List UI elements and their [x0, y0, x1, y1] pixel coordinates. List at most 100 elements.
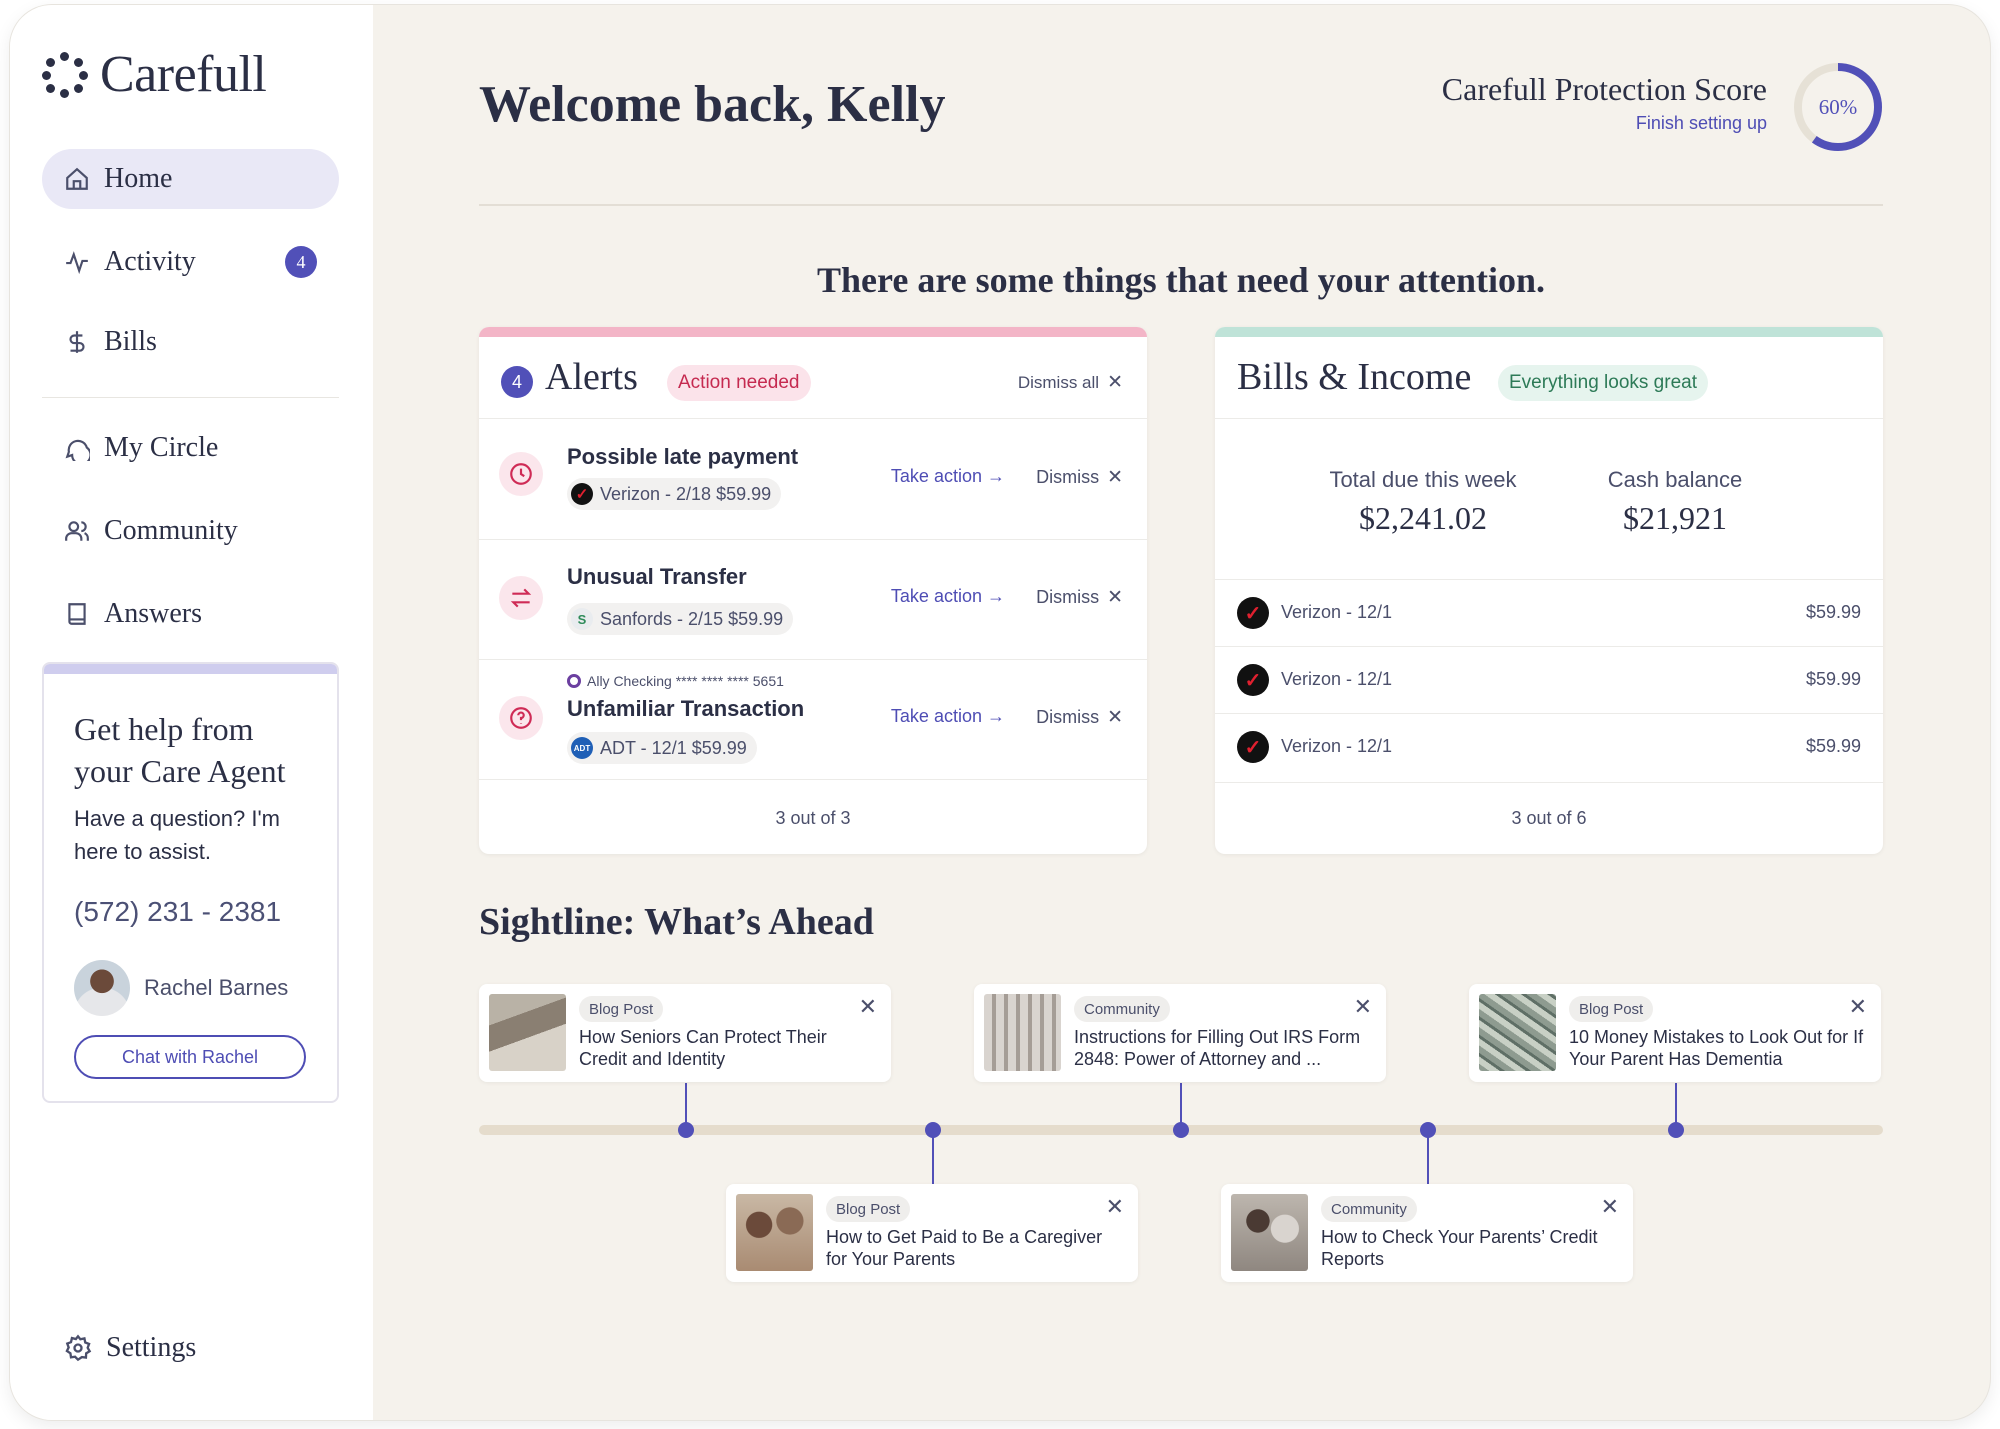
sightline-title: Sightline: What’s Ahead	[479, 901, 874, 943]
brand-logo[interactable]: Carefull	[42, 45, 267, 104]
bill-row[interactable]: ✓ Verizon - 12/1 $59.99	[1215, 713, 1883, 780]
clock-icon	[510, 463, 532, 485]
finish-setup-link[interactable]: Finish setting up	[1636, 113, 1767, 134]
close-icon[interactable]: ✕	[1106, 1194, 1124, 1220]
account-label: Ally Checking **** **** **** 5651	[567, 673, 784, 689]
sidebar-item-label: Community	[104, 515, 238, 546]
close-icon[interactable]: ✕	[1354, 994, 1372, 1020]
article-tag: Blog Post	[1569, 996, 1654, 1022]
take-action-label: Take action	[890, 466, 982, 486]
timeline-dot[interactable]	[925, 1122, 941, 1138]
sightline-card[interactable]: Blog Post 10 Money Mistakes to Look Out …	[1469, 984, 1881, 1082]
bills-income-card: Bills & Income Everything looks great To…	[1215, 327, 1883, 854]
article-title: Instructions for Filling Out IRS Form 28…	[1074, 1027, 1361, 1069]
alerts-title: Alerts	[545, 356, 638, 398]
dismiss-button[interactable]: Dismiss ✕	[1036, 466, 1123, 489]
status-badge: Everything looks great	[1498, 365, 1708, 401]
status-badge: Action needed	[667, 365, 811, 401]
chat-with-agent-button[interactable]: Chat with Rachel	[74, 1035, 306, 1079]
bill-row[interactable]: ✓ Verizon - 12/1 $59.99	[1215, 579, 1883, 646]
timeline-dot[interactable]	[678, 1122, 694, 1138]
sightline-card[interactable]: Community How to Check Your Parents’ Cre…	[1221, 1184, 1633, 1282]
sidebar-item-my-circle[interactable]: My Circle	[42, 418, 339, 478]
sightline-card[interactable]: Blog Post How Seniors Can Protect Their …	[479, 984, 891, 1082]
dismiss-button[interactable]: Dismiss ✕	[1036, 586, 1123, 609]
article-tag: Community	[1074, 996, 1170, 1022]
close-icon[interactable]: ✕	[1849, 994, 1867, 1020]
article-title: How Seniors Can Protect Their Credit and…	[579, 1027, 827, 1069]
alert-row-late-payment[interactable]: Possible late payment ✓ Verizon - 2/18 $…	[479, 420, 1147, 540]
alert-meta-text: Verizon - 2/18 $59.99	[600, 483, 772, 504]
sidebar: Carefull Home Activity 4 Bills My Circle…	[10, 5, 373, 1420]
sidebar-item-settings[interactable]: Settings	[64, 1332, 196, 1364]
alert-title: Unfamiliar Transaction	[567, 696, 805, 721]
care-agent-card-accent	[44, 664, 337, 674]
bill-amount: $59.99	[1805, 669, 1861, 689]
alert-meta: ADT ADT - 12/1 $59.99	[567, 732, 757, 764]
close-icon: ✕	[1107, 372, 1123, 393]
gear-icon	[65, 1334, 92, 1362]
timeline-dot[interactable]	[1668, 1122, 1684, 1138]
article-thumbnail	[736, 1194, 813, 1271]
sidebar-item-answers[interactable]: Answers	[42, 584, 339, 644]
bill-row[interactable]: ✓ Verizon - 12/1 $59.99	[1215, 646, 1883, 713]
total-due-label: Total due this week	[1329, 467, 1517, 492]
timeline-dot[interactable]	[1420, 1122, 1436, 1138]
article-thumbnail	[1231, 1194, 1308, 1271]
sidebar-item-bills[interactable]: Bills	[42, 312, 339, 372]
care-agent-phone[interactable]: (572) 231 - 2381	[74, 896, 281, 928]
close-icon[interactable]: ✕	[859, 994, 877, 1020]
chat-bubble-icon	[65, 439, 90, 461]
users-icon	[65, 521, 89, 541]
timeline-dot[interactable]	[1173, 1122, 1189, 1138]
take-action-button[interactable]: Take action →	[891, 706, 1005, 727]
article-title: How to Check Your Parents’ Credit Report…	[1321, 1227, 1598, 1269]
care-agent-description: Have a question? I'm here to assist.	[74, 806, 280, 864]
timeline-connector	[1675, 1083, 1677, 1127]
adt-logo-icon: ADT	[571, 737, 593, 759]
sidebar-item-activity[interactable]: Activity 4	[42, 232, 339, 292]
avatar	[74, 960, 130, 1016]
protection-score-ring[interactable]: 60%	[1792, 61, 1884, 153]
bills-card-header: Bills & Income Everything looks great	[1215, 337, 1883, 419]
dismiss-label: Dismiss	[1036, 587, 1100, 607]
close-icon: ✕	[1107, 587, 1123, 608]
dismiss-all-button[interactable]: Dismiss all ✕	[1018, 371, 1123, 394]
alert-meta: S Sanfords - 2/15 $59.99	[567, 603, 794, 635]
take-action-label: Take action	[890, 586, 982, 606]
sightline-card[interactable]: Community Instructions for Filling Out I…	[974, 984, 1386, 1082]
page-title: Welcome back, Kelly	[479, 76, 946, 133]
care-agent-title-line2: your Care Agent	[74, 753, 286, 789]
dismiss-button[interactable]: Dismiss ✕	[1036, 706, 1123, 729]
ally-bank-icon	[567, 674, 581, 688]
account-number: Ally Checking **** **** **** 5651	[587, 673, 784, 689]
close-icon[interactable]: ✕	[1601, 1194, 1619, 1220]
arrow-right-icon: →	[987, 466, 1005, 486]
article-thumbnail	[984, 994, 1061, 1071]
alerts-card-accent	[479, 327, 1147, 337]
app-window: Carefull Home Activity 4 Bills My Circle…	[10, 5, 1990, 1420]
home-icon	[66, 167, 88, 190]
timeline-connector	[685, 1083, 687, 1127]
alerts-count-badge: 4	[501, 366, 533, 398]
sidebar-item-label: Home	[104, 163, 173, 194]
sidebar-item-community[interactable]: Community	[42, 501, 339, 561]
bill-amount: $59.99	[1805, 602, 1861, 622]
sidebar-item-home[interactable]: Home	[42, 149, 339, 209]
care-agent-profile: Rachel Barnes	[74, 960, 288, 1016]
alert-title: Unusual Transfer	[567, 564, 747, 589]
article-thumbnail	[1479, 994, 1556, 1071]
alert-row-unfamiliar-transaction[interactable]: Ally Checking **** **** **** 5651 Unfami…	[479, 660, 1147, 780]
article-tag: Blog Post	[579, 996, 664, 1022]
article-title: 10 Money Mistakes to Look Out for If You…	[1569, 1027, 1864, 1069]
cash-balance-value: $21,921	[1623, 500, 1727, 536]
take-action-button[interactable]: Take action →	[891, 466, 1005, 487]
alert-row-unusual-transfer[interactable]: Unusual Transfer S Sanfords - 2/15 $59.9…	[479, 540, 1147, 660]
close-icon: ✕	[1107, 467, 1123, 488]
take-action-label: Take action	[890, 706, 982, 726]
article-tag: Community	[1321, 1196, 1417, 1222]
dismiss-label: Dismiss	[1036, 467, 1100, 487]
close-icon: ✕	[1107, 707, 1123, 728]
sightline-card[interactable]: Blog Post How to Get Paid to Be a Caregi…	[726, 1184, 1138, 1282]
take-action-button[interactable]: Take action →	[891, 586, 1005, 607]
